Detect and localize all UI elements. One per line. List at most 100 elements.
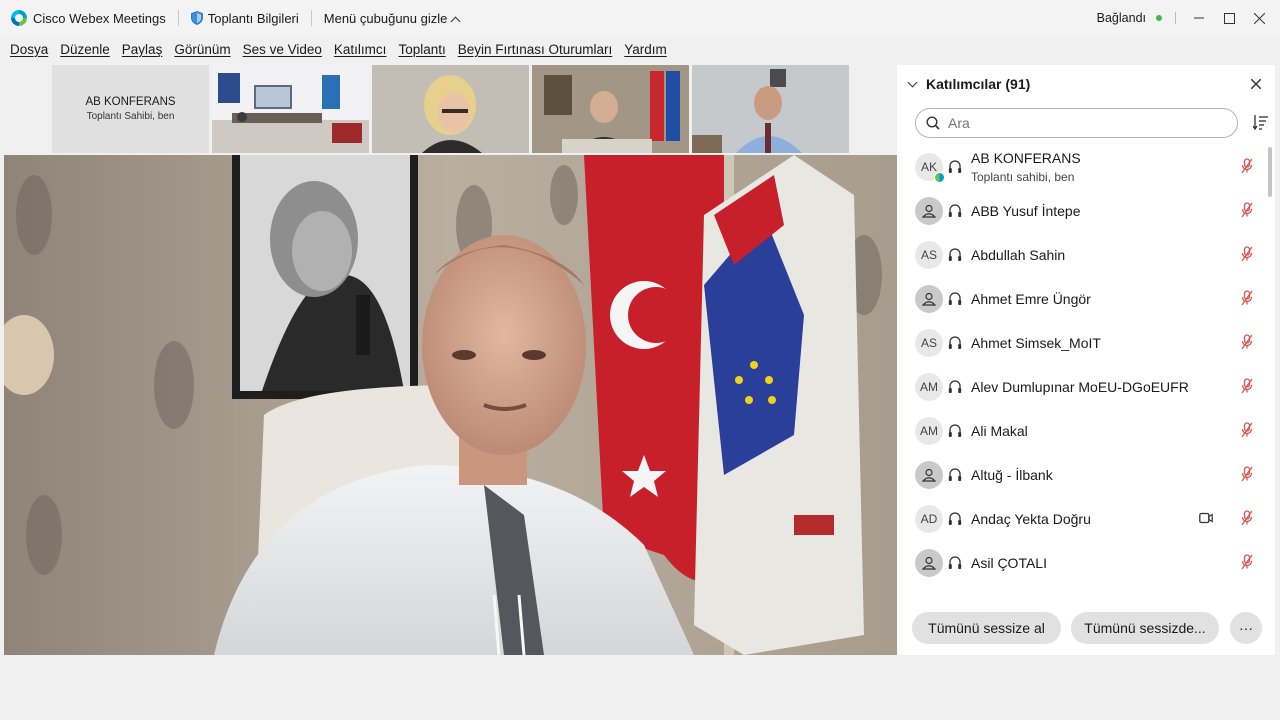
- menu-participant[interactable]: Katılımcı: [334, 42, 387, 57]
- microphone-muted-icon[interactable]: [1241, 246, 1253, 262]
- participant-row[interactable]: AM Ali Makal: [897, 409, 1275, 453]
- headset-icon: [948, 380, 962, 393]
- participant-search-box[interactable]: [915, 108, 1238, 138]
- minimize-button[interactable]: [1184, 0, 1214, 36]
- microphone-muted-icon[interactable]: [1241, 290, 1253, 306]
- microphone-muted-icon[interactable]: [1241, 158, 1253, 174]
- participants-panel: Katılımcılar (91) AK AB KONFERANS Toplan…: [897, 65, 1275, 655]
- participant-row[interactable]: AS Abdullah Sahin: [897, 233, 1275, 277]
- title-separator: [177, 10, 179, 26]
- avatar-initials: AM: [920, 380, 938, 394]
- avatar-initials: AD: [920, 512, 938, 526]
- hide-menu-label: Menü çubuğunu gizle: [323, 10, 448, 26]
- webex-badge-icon: [934, 172, 945, 183]
- hide-menu-button[interactable]: Menü çubuğunu gizle: [323, 10, 461, 26]
- participant-video-thumbnail[interactable]: [532, 65, 689, 153]
- headset-icon: [948, 424, 962, 437]
- participants-panel-footer: Tümünü sessize al Tümünü sessizde... ···: [897, 608, 1275, 648]
- close-window-button[interactable]: [1244, 0, 1274, 36]
- menu-share[interactable]: Paylaş: [122, 42, 163, 57]
- connection-status-label: Bağlandı: [1096, 11, 1146, 25]
- participant-name: Altuğ - İlbank: [971, 467, 1053, 483]
- close-icon: [1253, 12, 1265, 24]
- avatar: AS: [915, 329, 943, 357]
- participant-row[interactable]: Asil ÇOTALI: [897, 541, 1275, 585]
- unmute-all-button[interactable]: Tümünü sessizde...: [1071, 612, 1219, 644]
- participant-video-thumbnail[interactable]: [212, 65, 369, 153]
- participant-name: Abdullah Sahin: [971, 247, 1066, 263]
- participant-row[interactable]: AK AB KONFERANS Toplantı sahibi, ben: [897, 145, 1275, 189]
- man-in-blue-shirt-image: [692, 65, 849, 153]
- status-dot-icon: [1156, 15, 1162, 21]
- participant-role: Toplantı sahibi, ben: [971, 170, 1075, 184]
- search-icon: [926, 116, 940, 130]
- participant-name: Asil ÇOTALI: [971, 555, 1047, 571]
- headset-icon: [948, 556, 962, 569]
- menu-help[interactable]: Yardım: [624, 42, 667, 57]
- title-bar: Cisco Webex Meetings Toplantı Bilgileri …: [0, 0, 1280, 36]
- avatar-initials: AM: [920, 424, 938, 438]
- headset-icon: [948, 204, 962, 217]
- participant-row[interactable]: AS Ahmet Simsek_MoIT: [897, 321, 1275, 365]
- host-thumbnail-role: Toplantı Sahibi, ben: [86, 111, 175, 122]
- search-input[interactable]: [948, 115, 1208, 131]
- avatar: [915, 461, 943, 489]
- meeting-info-button[interactable]: Toplantı Bilgileri: [208, 11, 299, 26]
- participant-row[interactable]: Ahmet Emre Üngör: [897, 277, 1275, 321]
- maximize-icon: [1223, 12, 1235, 24]
- menu-audio-video[interactable]: Ses ve Video: [243, 42, 322, 57]
- video-camera-icon[interactable]: [1199, 512, 1213, 524]
- headset-icon: [948, 336, 962, 349]
- participant-video-thumbnail[interactable]: [692, 65, 849, 153]
- participant-row[interactable]: AD Andaç Yekta Doğru: [897, 497, 1275, 541]
- woman-with-glasses-image: [372, 65, 529, 153]
- menu-bar: Dosya Düzenle Paylaş Görünüm Ses ve Vide…: [0, 36, 679, 62]
- participant-name: Ahmet Emre Üngör: [971, 291, 1091, 307]
- connection-status: Bağlandı: [1097, 0, 1162, 36]
- menu-file[interactable]: Dosya: [10, 42, 48, 57]
- avatar-initials: AK: [920, 160, 937, 174]
- avatar-initials: AS: [920, 248, 937, 262]
- headset-icon: [948, 512, 962, 525]
- microphone-muted-icon[interactable]: [1241, 554, 1253, 570]
- participant-name: Alev Dumlupınar MoEU-DGoEUFR: [971, 379, 1189, 395]
- menu-edit[interactable]: Düzenle: [60, 42, 110, 57]
- title-separator: [310, 10, 312, 26]
- menu-view[interactable]: Görünüm: [174, 42, 230, 57]
- participant-row[interactable]: AM Alev Dumlupınar MoEU-DGoEUFR: [897, 365, 1275, 409]
- mute-all-button[interactable]: Tümünü sessize al: [912, 612, 1061, 644]
- host-thumbnail-name: AB KONFERANS: [85, 96, 176, 108]
- avatar: AS: [915, 241, 943, 269]
- avatar: AK: [915, 153, 945, 183]
- microphone-muted-icon[interactable]: [1241, 510, 1253, 526]
- participant-list: AK AB KONFERANS Toplantı sahibi, ben ABB…: [897, 145, 1275, 605]
- maximize-button[interactable]: [1214, 0, 1244, 36]
- shield-icon: [190, 11, 203, 25]
- avatar: AM: [915, 417, 943, 445]
- headset-icon: [948, 160, 962, 173]
- participant-video-thumbnail[interactable]: [372, 65, 529, 153]
- more-options-button[interactable]: ···: [1230, 612, 1262, 644]
- close-panel-button[interactable]: [1247, 75, 1265, 93]
- microphone-muted-icon[interactable]: [1241, 334, 1253, 350]
- participant-row[interactable]: Altuğ - İlbank: [897, 453, 1275, 497]
- participants-title: Katılımcılar (91): [926, 76, 1031, 92]
- participant-list-scrollbar[interactable]: [1268, 147, 1272, 197]
- microphone-muted-icon[interactable]: [1241, 466, 1253, 482]
- microphone-muted-icon[interactable]: [1241, 202, 1253, 218]
- participant-row[interactable]: ABB Yusuf İntepe: [897, 189, 1275, 233]
- avatar: [915, 197, 943, 225]
- minimize-icon: [1194, 17, 1204, 19]
- menu-breakout[interactable]: Beyin Fırtınası Oturumları: [458, 42, 613, 57]
- person-icon: [922, 292, 936, 306]
- participant-name: AB KONFERANS: [971, 150, 1081, 166]
- microphone-muted-icon[interactable]: [1241, 422, 1253, 438]
- sort-icon[interactable]: [1253, 114, 1269, 130]
- avatar-initials: AS: [920, 336, 937, 350]
- active-speaker-video[interactable]: [4, 155, 897, 655]
- chevron-down-icon[interactable]: [907, 77, 918, 87]
- microphone-muted-icon[interactable]: [1241, 378, 1253, 394]
- host-thumbnail[interactable]: AB KONFERANS Toplantı Sahibi, ben: [52, 65, 209, 153]
- menu-meeting[interactable]: Toplantı: [398, 42, 445, 57]
- participants-panel-header[interactable]: Katılımcılar (91): [897, 65, 1275, 103]
